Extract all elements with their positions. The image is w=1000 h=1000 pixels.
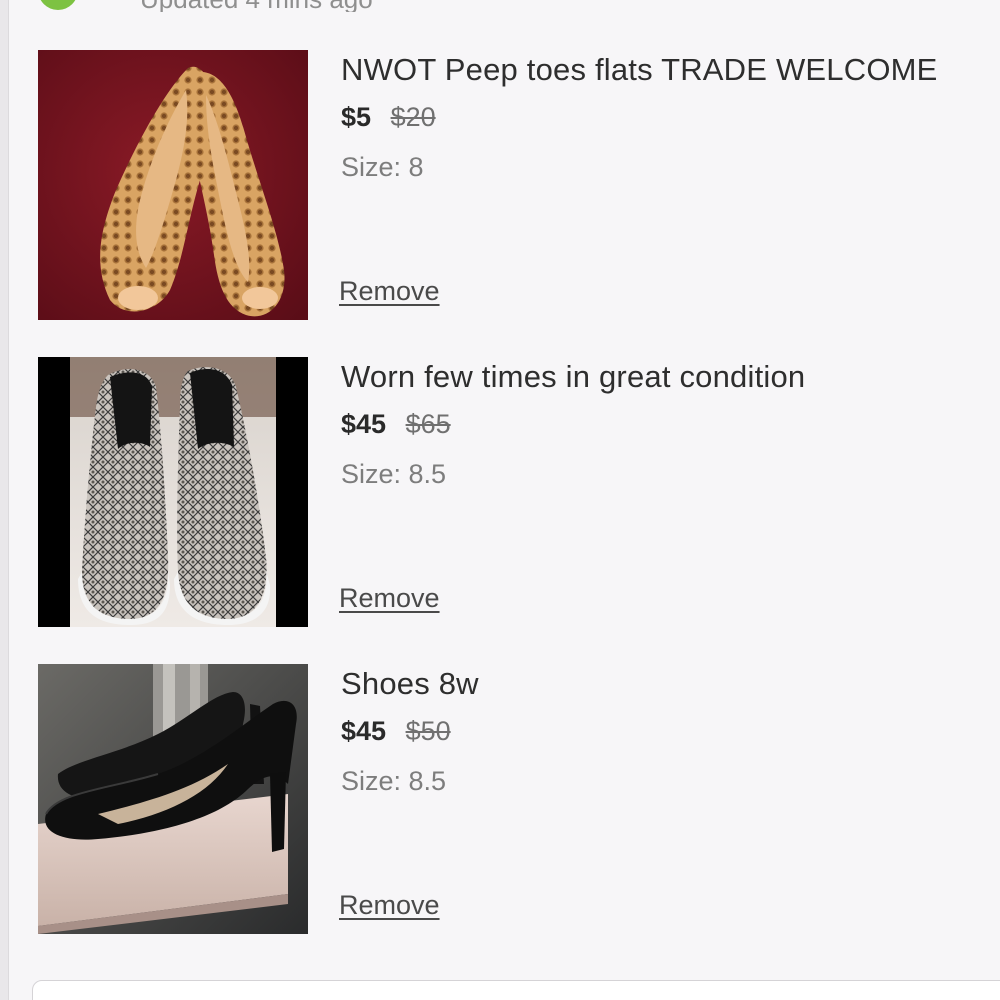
- item-title[interactable]: Shoes 8w: [341, 666, 479, 702]
- product-thumbnail[interactable]: [38, 50, 308, 320]
- left-edge-divider: [0, 0, 9, 1000]
- woven-flats-image: [38, 50, 308, 320]
- item-info: NWOT Peep toes flats TRADE WELCOME $5 $2…: [339, 50, 1000, 320]
- bundle-screen: Updated 4 mins ago: [0, 0, 1000, 1000]
- snakeskin-slip-ons-image: [38, 357, 308, 627]
- remove-button[interactable]: Remove: [339, 890, 440, 921]
- item-price: $45: [341, 716, 387, 746]
- product-thumbnail[interactable]: [38, 664, 308, 934]
- item-size: Size: 8.5: [341, 459, 447, 489]
- item-info: Shoes 8w $45 $50 Size: 8.5 Remove: [339, 664, 1000, 934]
- item-original-price: $20: [390, 102, 436, 132]
- remove-button[interactable]: Remove: [339, 276, 440, 307]
- item-size: Size: 8: [341, 152, 424, 182]
- item-size: Size: 8.5: [341, 766, 447, 796]
- list-item[interactable]: Shoes 8w $45 $50 Size: 8.5 Remove: [38, 664, 988, 934]
- item-original-price: $50: [405, 716, 451, 746]
- remove-button[interactable]: Remove: [339, 583, 440, 614]
- list-item[interactable]: Worn few times in great condition $45 $6…: [38, 357, 988, 627]
- black-pumps-image: [38, 664, 308, 934]
- bottom-panel: [32, 980, 1000, 1000]
- item-price: $5: [341, 102, 372, 132]
- item-title[interactable]: NWOT Peep toes flats TRADE WELCOME: [341, 52, 938, 88]
- seller-header: Updated 4 mins ago: [0, 0, 1000, 12]
- updated-timestamp: Updated 4 mins ago: [140, 0, 373, 12]
- price-row: $45 $65: [341, 409, 451, 440]
- item-original-price: $65: [405, 409, 451, 439]
- product-thumbnail[interactable]: [38, 357, 308, 627]
- item-info: Worn few times in great condition $45 $6…: [339, 357, 1000, 627]
- item-price: $45: [341, 409, 387, 439]
- price-row: $5 $20: [341, 102, 436, 133]
- seller-avatar[interactable]: [38, 0, 78, 10]
- item-title[interactable]: Worn few times in great condition: [341, 359, 805, 395]
- list-item[interactable]: NWOT Peep toes flats TRADE WELCOME $5 $2…: [38, 50, 988, 320]
- price-row: $45 $50: [341, 716, 451, 747]
